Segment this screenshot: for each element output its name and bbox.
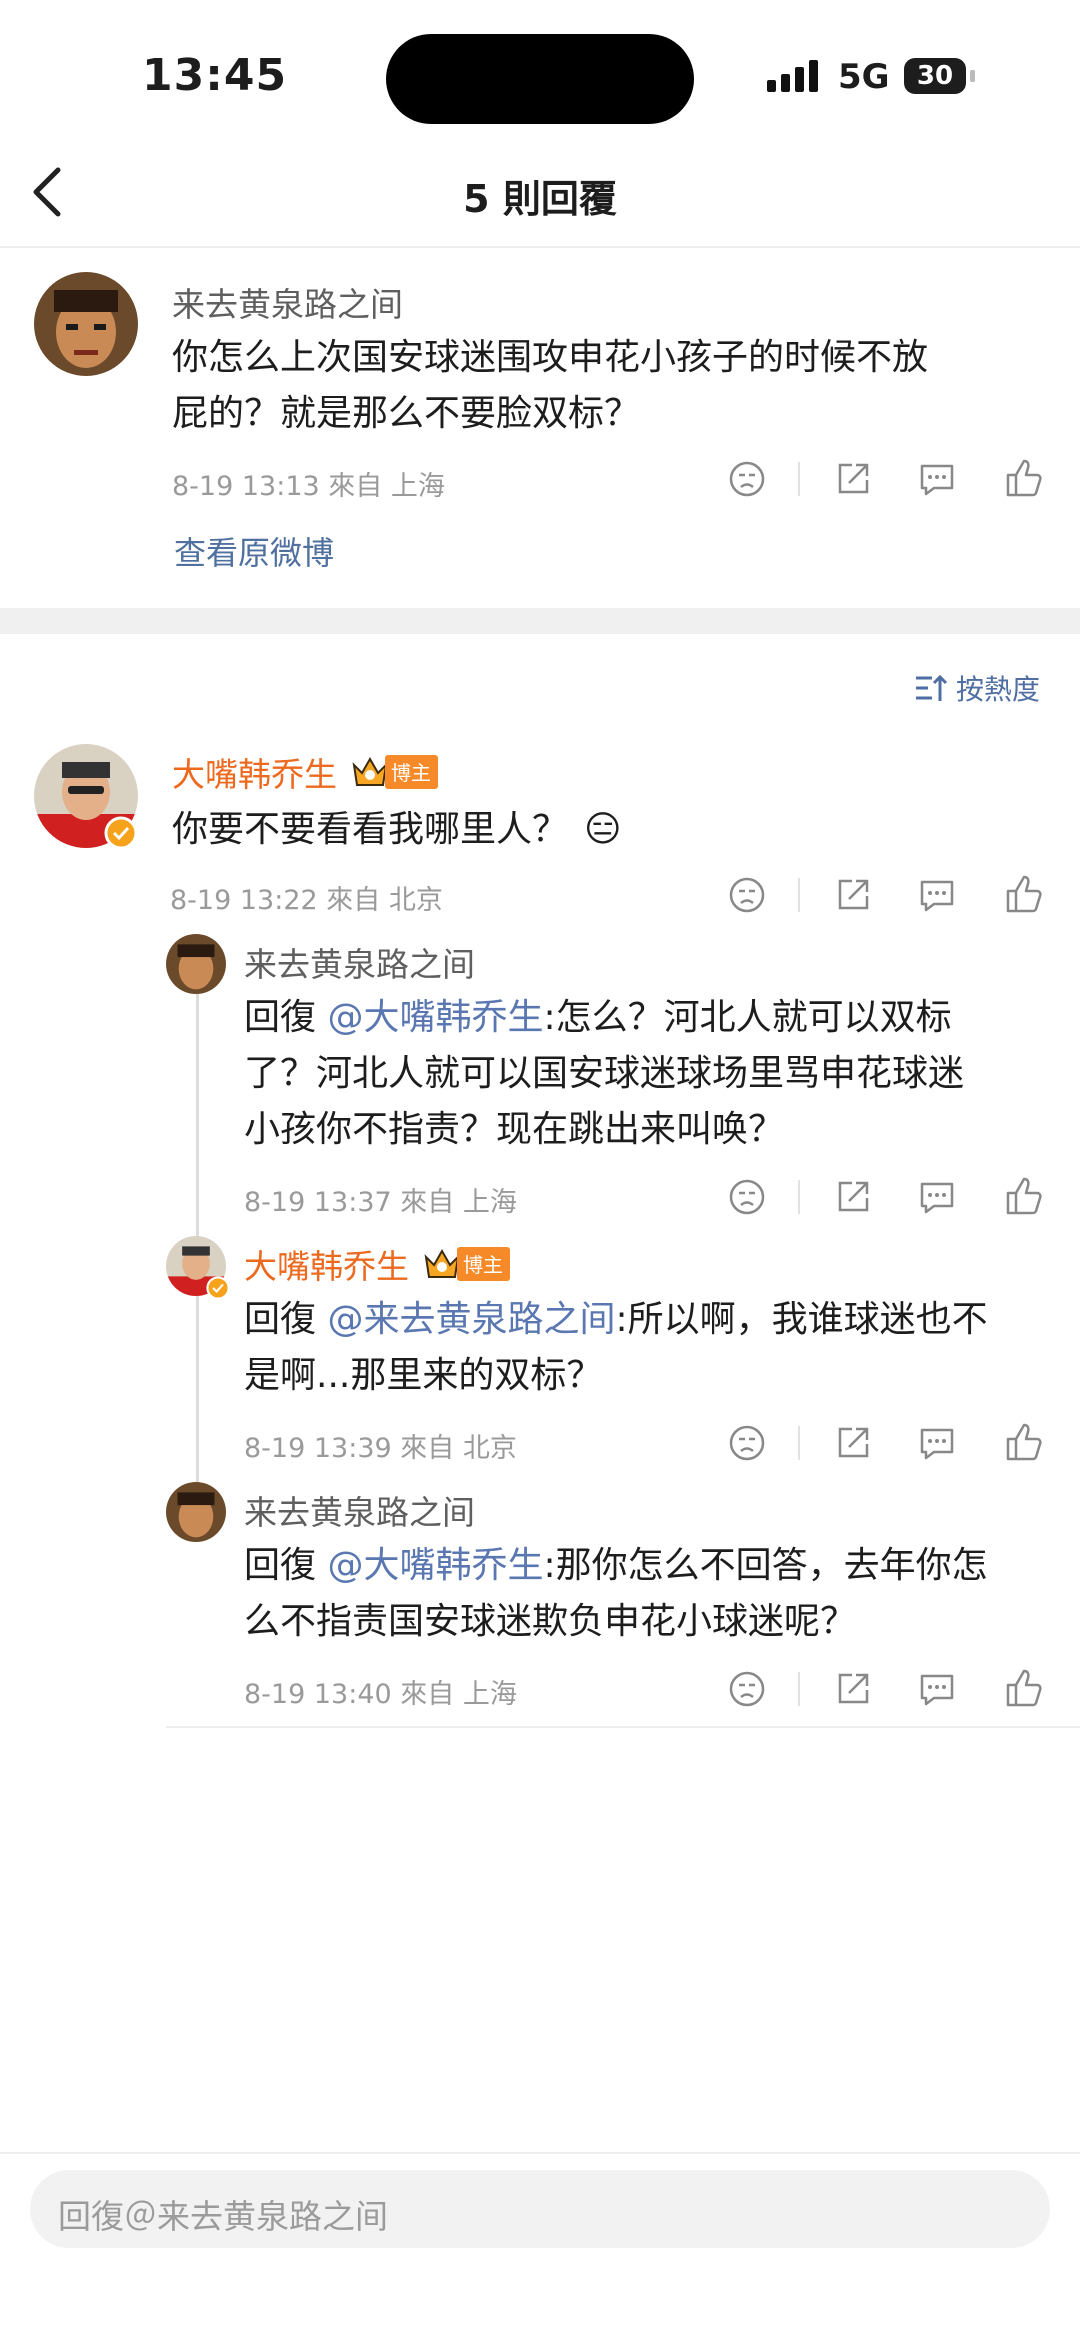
icon-divider (798, 1180, 800, 1214)
dislike-icon[interactable] (728, 1424, 766, 1462)
reply-author[interactable]: 大嘴韩乔生 (244, 1240, 409, 1288)
comment-text: 你要不要看看我哪里人？ 😑 (172, 809, 622, 850)
page-title: 5 則回覆 (463, 177, 617, 221)
reply-text: 回復 @大嘴韩乔生:怎么？河北人就可以双标 了？河北人就可以国安球迷球场里骂申花… (244, 997, 965, 1150)
comment-icon[interactable] (918, 1670, 956, 1708)
share-icon[interactable] (834, 460, 872, 498)
crown-icon (424, 1248, 460, 1278)
crown-icon (352, 756, 388, 786)
mention-link[interactable]: @大嘴韩乔生 (327, 997, 543, 1038)
share-icon[interactable] (834, 1178, 872, 1216)
comment-icon[interactable] (918, 460, 956, 498)
sort-label: 按熱度 (956, 673, 1041, 706)
thread-end-divider (166, 1726, 1080, 1728)
share-icon[interactable] (834, 1670, 872, 1708)
dynamic-island (386, 34, 694, 124)
verified-icon (104, 816, 138, 850)
network-type: 5G (838, 57, 890, 97)
avatar[interactable] (34, 272, 138, 376)
reply-author[interactable]: 来去黄泉路之间 (244, 938, 475, 986)
comment-icon[interactable] (918, 1424, 956, 1462)
mention-link[interactable]: @大嘴韩乔生 (327, 1545, 543, 1586)
dislike-icon[interactable] (728, 1670, 766, 1708)
reply-text: 回復 @大嘴韩乔生:那你怎么不回答，去年你怎 么不指责国安球迷欺负申花小球迷呢？ (244, 1545, 988, 1642)
comment-icon[interactable] (918, 876, 956, 914)
reply-header: 大嘴韩乔生 博主 (244, 1240, 510, 1288)
cellular-signal-icon (767, 60, 823, 92)
like-icon[interactable] (1004, 1422, 1042, 1462)
reply-input-placeholder: 回復＠来去黄泉路之间 (58, 2197, 388, 2236)
icon-divider (798, 462, 800, 496)
sort-icon (916, 674, 948, 701)
reply-author[interactable]: 来去黄泉路之间 (244, 1486, 475, 1534)
author-badge: 博主 (457, 1247, 510, 1281)
dislike-icon[interactable] (728, 876, 766, 914)
sort-control[interactable]: 按熱度 (914, 668, 1040, 708)
comment-text: 你怎么上次国安球迷围攻申花小孩子的时候不放 屁的？就是那么不要脸双标？ (172, 337, 929, 434)
reply-text: 回復 @来去黄泉路之间:所以啊，我谁球迷也不 是啊...那里来的双标？ (244, 1299, 988, 1396)
comment-author[interactable]: 来去黄泉路之间 (172, 278, 403, 326)
section-separator (0, 608, 1080, 634)
avatar[interactable] (166, 1482, 226, 1542)
comment-icon[interactable] (918, 1178, 956, 1216)
verified-icon (206, 1276, 230, 1300)
share-icon[interactable] (834, 876, 872, 914)
battery-icon: 30 (904, 58, 966, 94)
comment-author[interactable]: 大嘴韩乔生 (172, 748, 337, 796)
share-icon[interactable] (834, 1424, 872, 1462)
icon-divider (798, 878, 800, 912)
dislike-icon[interactable] (728, 460, 766, 498)
icon-divider (798, 1426, 800, 1460)
battery-tip (970, 70, 975, 82)
dislike-icon[interactable] (728, 1178, 766, 1216)
status-time: 13:45 (142, 50, 288, 101)
like-icon[interactable] (1004, 1176, 1042, 1216)
view-original-post-link[interactable]: 查看原微博 (174, 528, 334, 574)
author-badge: 博主 (385, 755, 438, 789)
comment-header: 大嘴韩乔生 博主 (172, 748, 438, 796)
like-icon[interactable] (1004, 458, 1042, 498)
icon-divider (798, 1672, 800, 1706)
emoji: 😑 (584, 809, 622, 850)
avatar[interactable] (166, 934, 226, 994)
nav-divider (0, 246, 1080, 248)
input-divider (0, 2152, 1080, 2154)
like-icon[interactable] (1004, 874, 1042, 914)
mention-link[interactable]: @来去黄泉路之间 (327, 1299, 615, 1340)
like-icon[interactable] (1004, 1668, 1042, 1708)
